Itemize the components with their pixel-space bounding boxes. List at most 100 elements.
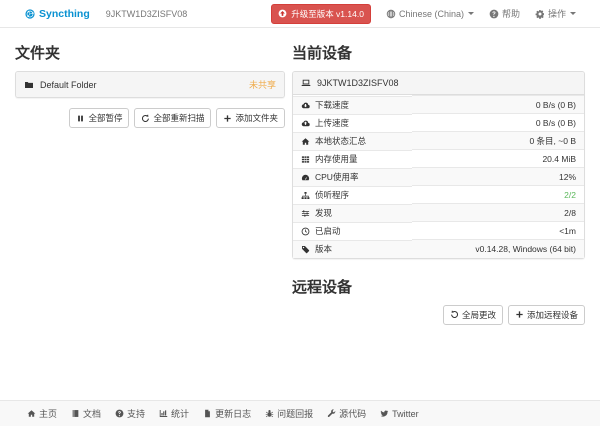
this-device-header[interactable]: 9JKTW1D3ZISFV08 (293, 72, 584, 95)
remote-devices-title: 远程设备 (292, 276, 585, 297)
folder-row-default[interactable]: Default Folder 未共享 (16, 72, 284, 97)
navbar-device-name: 9JKTW1D3ZISFV08 (106, 9, 188, 19)
stat-label: 上传速度 (315, 117, 349, 129)
chevron-down-icon (570, 12, 576, 15)
file-icon (203, 409, 212, 418)
grid-icon (301, 155, 310, 164)
arrow-up-circle-icon (278, 9, 287, 18)
folder-status-badge: 未共享 (249, 78, 276, 91)
folder-icon (24, 80, 34, 90)
footer-link-twitter[interactable]: Twitter (380, 409, 419, 419)
stat-value: 0 B/s (0 B) (412, 96, 584, 114)
main-content: 文件夹 Default Folder 未共享 全部暂停 全 (0, 28, 600, 325)
footer-link-label: 统计 (171, 407, 189, 420)
tachometer-icon (301, 173, 310, 182)
bar-chart-icon (159, 409, 168, 418)
tag-icon (301, 245, 310, 254)
wrench-icon (327, 409, 336, 418)
folder-name: Default Folder (40, 80, 97, 90)
stat-value: 12% (412, 168, 584, 186)
plus-icon (223, 114, 232, 123)
laptop-icon (301, 78, 311, 88)
footer-link-主页[interactable]: 主页 (27, 407, 57, 420)
rescan-all-label: 全部重新扫描 (153, 112, 204, 124)
footer-link-label: 源代码 (339, 407, 366, 420)
history-icon (450, 310, 459, 319)
upgrade-button-label: 升级至版本 v1.14.0 (291, 8, 364, 20)
cloud-upload-icon (301, 119, 310, 128)
folders-title: 文件夹 (15, 42, 285, 63)
pause-all-button[interactable]: 全部暂停 (69, 108, 129, 128)
stat-value: 2/2 (412, 186, 584, 204)
this-device-title: 当前设备 (292, 42, 585, 63)
actions-menu[interactable]: 操作 (535, 7, 576, 20)
device-stat-row: 内存使用量20.4 MiB (293, 150, 584, 168)
pause-all-label: 全部暂停 (88, 112, 122, 124)
footer-link-label: 支持 (127, 407, 145, 420)
add-folder-label: 添加文件夹 (235, 112, 278, 124)
footer-link-文档[interactable]: 文档 (71, 407, 101, 420)
recent-changes-button[interactable]: 全局更改 (443, 305, 503, 325)
footer-link-label: 更新日志 (215, 407, 251, 420)
sliders-icon (301, 209, 310, 218)
footer-link-支持[interactable]: 支持 (115, 407, 145, 420)
help-menu[interactable]: 帮助 (489, 7, 520, 20)
footer-link-问题回报[interactable]: 问题回报 (265, 407, 313, 420)
device-stat-row: 发现 2/8 (293, 204, 584, 222)
stat-value: 0 B/s (0 B) (412, 114, 584, 132)
folder-panel: Default Folder 未共享 (15, 71, 285, 98)
question-circle-icon (115, 409, 124, 418)
brand-name: Syncthing (39, 8, 90, 20)
stat-label: CPU使用率 (315, 171, 358, 183)
this-device-name: 9JKTW1D3ZISFV08 (317, 78, 399, 88)
footer-link-更新日志[interactable]: 更新日志 (203, 407, 251, 420)
help-menu-label: 帮助 (502, 7, 520, 20)
upgrade-button[interactable]: 升级至版本 v1.14.0 (271, 4, 371, 24)
syncthing-logo-icon (25, 9, 35, 19)
device-stat-row: CPU使用率 12% (293, 168, 584, 186)
device-stat-row: 上传速度 0 B/s (0 B) (293, 114, 584, 132)
recent-changes-label: 全局更改 (462, 309, 496, 321)
stat-value: 2/8 (412, 204, 584, 222)
language-menu-label: Chinese (China) (399, 9, 464, 19)
footer-link-统计[interactable]: 统计 (159, 407, 189, 420)
stat-label: 发现 (315, 207, 332, 219)
book-icon (71, 409, 80, 418)
footer-link-源代码[interactable]: 源代码 (327, 407, 366, 420)
device-stat-row: 版本v0.14.28, Windows (64 bit) (293, 240, 584, 258)
stat-label: 内存使用量 (315, 153, 358, 165)
device-table-body: 下载速度0 B/s (0 B)上传速度0 B/s (0 B)本地状态汇总0 条目… (293, 96, 584, 258)
home-icon (301, 137, 310, 146)
footer: 主页 文档 支持 统计 更新日志 问题回报 源代码 Twitter (0, 400, 600, 426)
clock-icon (301, 227, 310, 236)
navbar: Syncthing 9JKTW1D3ZISFV08 升级至版本 v1.14.0 … (0, 0, 600, 28)
stat-value: <1m (412, 222, 584, 240)
add-folder-button[interactable]: 添加文件夹 (216, 108, 285, 128)
bug-icon (265, 409, 274, 418)
gear-icon (535, 9, 545, 19)
stat-label: 下载速度 (315, 99, 349, 111)
actions-menu-label: 操作 (548, 7, 566, 20)
footer-link-label: 文档 (83, 407, 101, 420)
twitter-icon (380, 409, 389, 418)
footer-link-label: 问题回报 (277, 407, 313, 420)
add-remote-device-button[interactable]: 添加远程设备 (508, 305, 585, 325)
syncthing-brand[interactable]: Syncthing (25, 8, 90, 20)
footer-link-label: Twitter (392, 409, 419, 419)
refresh-icon (141, 114, 150, 123)
question-circle-icon (489, 9, 499, 19)
device-stat-row: 本地状态汇总0 条目, ~0 B (293, 132, 584, 150)
stat-label: 本地状态汇总 (315, 135, 366, 147)
globe-icon (386, 9, 396, 19)
device-stat-row: 下载速度 0 B/s (0 B) (293, 96, 584, 114)
stat-label: 侦听程序 (315, 189, 349, 201)
language-menu[interactable]: Chinese (China) (386, 9, 474, 19)
sitemap-icon (301, 191, 310, 200)
rescan-all-button[interactable]: 全部重新扫描 (134, 108, 211, 128)
stat-label: 已启动 (315, 225, 341, 237)
this-device-panel: 9JKTW1D3ZISFV08 下载速度 0 B/s (0 B) 上传速度 0 B/s… (292, 71, 585, 259)
footer-link-label: 主页 (39, 407, 57, 420)
plus-icon (515, 310, 524, 319)
cloud-download-icon (301, 101, 310, 110)
home-icon (27, 409, 36, 418)
